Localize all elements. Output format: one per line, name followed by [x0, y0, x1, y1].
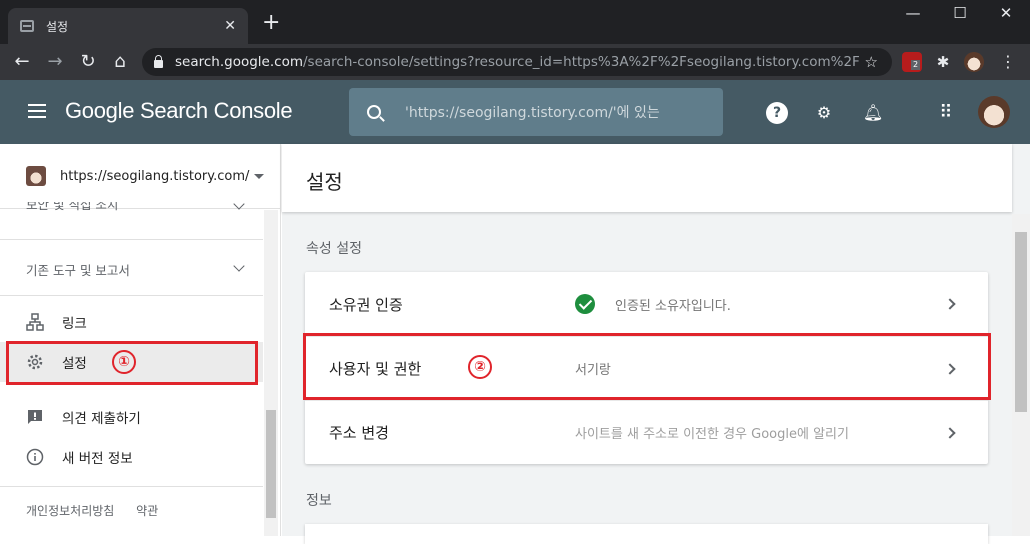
privacy-policy-link[interactable]: 개인정보처리방침 [26, 504, 114, 518]
tab-title: 설정 [46, 19, 69, 34]
property-url: https://seogilang.tistory.com/ [60, 168, 250, 184]
hamburger-menu-icon[interactable] [28, 104, 46, 118]
section-heading-info: 정보 [306, 493, 332, 509]
sidebar-scrollbar[interactable] [264, 210, 278, 536]
url-host: search.google.com [175, 54, 303, 70]
search-input[interactable]: 'https://seogilang.tistory.com/'에 있는 [349, 88, 723, 136]
annotation-highlight-settings [6, 341, 258, 385]
sidebar-section-security[interactable]: 보안 및 직접 조치 [0, 202, 263, 222]
browser-menu-icon[interactable]: ⋮ [998, 52, 1018, 72]
row-label: 주소 변경 [329, 424, 389, 442]
chevron-right-icon [944, 426, 956, 439]
chevron-right-icon [944, 298, 956, 310]
row-value-text: 사이트를 새 주소로 이전한 경우 Google에 알리기 [575, 427, 849, 442]
tab-favicon-icon [20, 20, 34, 32]
chevron-down-icon [254, 174, 264, 179]
lock-icon [154, 55, 163, 68]
home-icon[interactable]: ⌂ [108, 50, 132, 74]
divider [0, 239, 263, 240]
info-card [305, 524, 988, 544]
reload-icon[interactable]: ↻ [76, 50, 100, 74]
sidebar-item-links[interactable]: 링크 [0, 302, 263, 342]
profile-avatar-icon[interactable] [964, 52, 984, 72]
apps-grid-icon[interactable]: ⠿ [935, 102, 957, 124]
app-brand: Google Search Console [65, 98, 293, 123]
window-close-icon[interactable]: ✕ [991, 4, 1021, 22]
notifications-bell-icon[interactable]: 🔔︎ [862, 102, 884, 124]
terms-link[interactable]: 약관 [136, 504, 158, 518]
annotation-highlight-users-permissions [303, 333, 991, 400]
minimize-icon[interactable]: — [898, 4, 928, 22]
row-value-text: 인증된 소유자입니다. [615, 298, 731, 314]
browser-toolbar: ← → ↻ ⌂ search.google.com/search-console… [0, 44, 1030, 80]
bookmark-star-icon[interactable]: ☆ [865, 53, 878, 71]
sidebar-item-label: 의견 제출하기 [62, 411, 141, 427]
verified-check-icon [575, 294, 595, 314]
main-scrollbar[interactable] [1012, 214, 1030, 536]
browser-tab-bar: 설정 ✕ + — ☐ ✕ [0, 0, 1030, 44]
main-content: 설정 속성 설정 소유권 인증 인증된 소유자입니다. 사용자 및 권한 서기랑… [282, 144, 1030, 544]
search-placeholder: 'https://seogilang.tistory.com/'에 있는 [405, 105, 660, 121]
page-title: 설정 [306, 170, 343, 194]
scrollbar-thumb[interactable] [266, 410, 276, 518]
sidebar-section-label: 보안 및 직접 조치 [26, 202, 119, 212]
settings-row-change-address[interactable]: 주소 변경 사이트를 새 주소로 이전한 경우 Google에 알리기 [305, 400, 988, 464]
sidebar-item-label: 새 버전 정보 [62, 451, 133, 467]
property-selector[interactable]: https://seogilang.tistory.com/ [0, 144, 280, 209]
maximize-icon[interactable]: ☐ [945, 4, 975, 22]
manage-users-icon[interactable]: ⚙ [813, 102, 835, 124]
url-path: /search-console/settings?resource_id=htt… [302, 54, 860, 70]
sidebar-section-legacy-tools[interactable]: 기존 도구 및 보고서 [0, 260, 263, 280]
extension-badge: 2 [911, 60, 921, 70]
browser-tab[interactable]: 설정 ✕ [8, 8, 248, 44]
link-tree-icon [26, 313, 44, 331]
sidebar-item-label: 링크 [62, 316, 87, 332]
divider [0, 486, 263, 487]
avatar[interactable] [978, 96, 1010, 128]
info-icon [26, 448, 44, 466]
divider [0, 295, 263, 296]
new-tab-button[interactable]: + [262, 12, 280, 34]
feedback-icon [26, 408, 44, 426]
ublock-extension-icon[interactable]: 2 [902, 52, 922, 72]
sidebar-footer: 개인정보처리방침 약관 [26, 502, 176, 519]
page-title-bar: 설정 [282, 144, 1012, 212]
help-icon[interactable]: ? [766, 102, 788, 124]
tab-close-icon[interactable]: ✕ [224, 18, 236, 34]
back-icon[interactable]: ← [10, 50, 34, 74]
sidebar-item-feedback[interactable]: 의견 제출하기 [0, 397, 263, 437]
sidebar: https://seogilang.tistory.com/ 보안 및 직접 조… [0, 144, 281, 536]
extensions-puzzle-icon[interactable]: ✱ [933, 52, 953, 72]
address-bar[interactable]: search.google.com/search-console/setting… [142, 48, 892, 76]
section-heading-property-settings: 속성 설정 [306, 241, 362, 257]
sidebar-section-label: 기존 도구 및 보고서 [26, 263, 130, 278]
row-value: 인증된 소유자입니다. [575, 294, 731, 314]
sidebar-item-whats-new[interactable]: 새 버전 정보 [0, 437, 263, 477]
chevron-down-icon [233, 260, 245, 272]
settings-row-ownership[interactable]: 소유권 인증 인증된 소유자입니다. [305, 272, 988, 336]
property-favicon [26, 166, 46, 186]
chevron-down-icon [233, 202, 245, 210]
search-icon [367, 105, 381, 119]
scrollbar-thumb[interactable] [1015, 232, 1027, 412]
row-label: 소유권 인증 [329, 295, 403, 314]
forward-icon[interactable]: → [43, 50, 67, 74]
app-header: Google Search Console 'https://seogilang… [0, 80, 1030, 144]
